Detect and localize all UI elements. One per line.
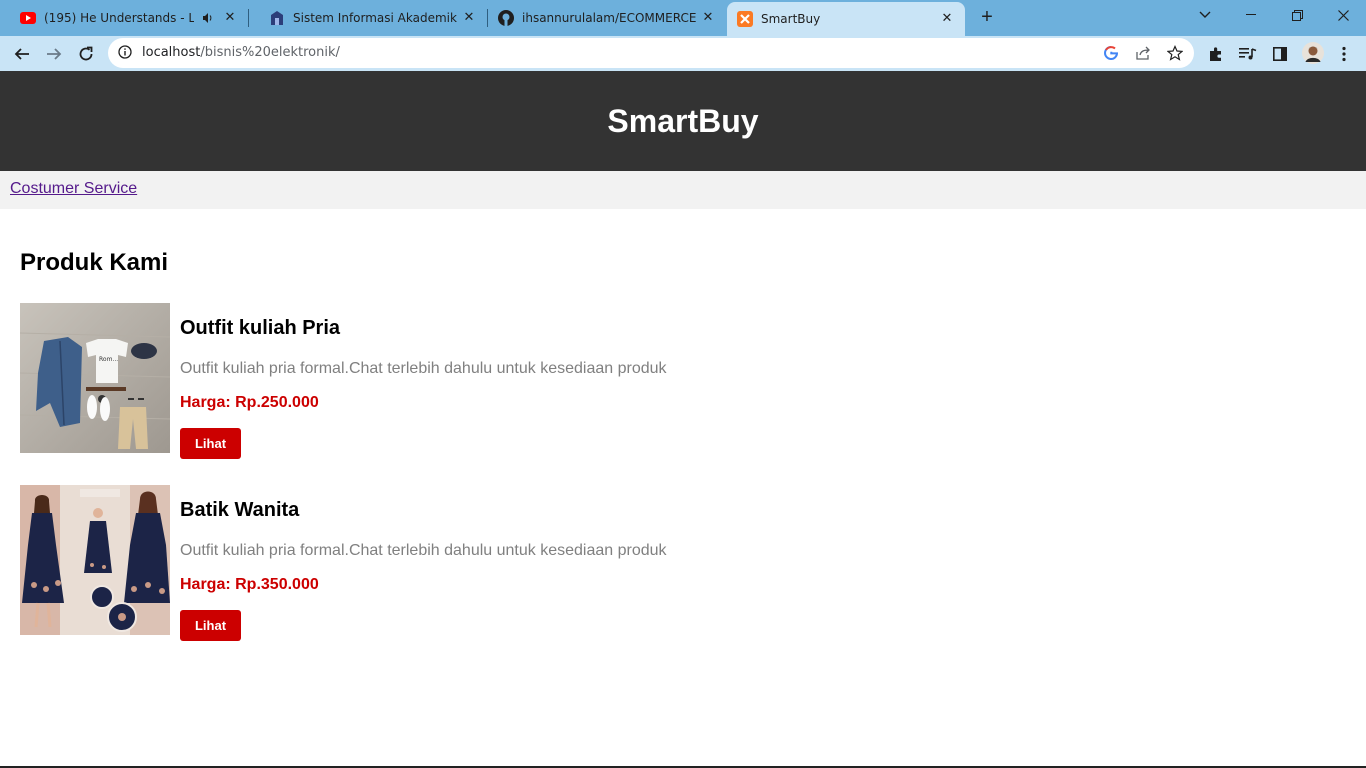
restore-icon <box>1291 9 1303 21</box>
tab-youtube[interactable]: (195) He Understands - Lyric ✕ <box>0 0 248 36</box>
close-icon[interactable]: ✕ <box>939 11 955 27</box>
tab-github[interactable]: ihsannurulalam/ECOMMERCE ✕ <box>488 0 726 36</box>
customer-service-link[interactable]: Costumer Service <box>10 180 137 198</box>
restore-button[interactable] <box>1274 0 1320 30</box>
tab-title: SmartBuy <box>761 12 821 26</box>
url-domain: localhost <box>142 45 201 60</box>
puzzle-icon <box>1210 47 1221 61</box>
media-control-button[interactable] <box>1238 44 1258 64</box>
svg-text:Rom...: Rom... <box>99 356 118 363</box>
campus-icon <box>269 10 285 26</box>
side-panel-icon <box>1273 47 1287 61</box>
site-header: SmartBuy <box>0 71 1366 171</box>
chevron-down-icon <box>1199 11 1211 18</box>
menu-button[interactable] <box>1334 44 1354 64</box>
tab-title: (195) He Understands - Lyric <box>44 11 194 25</box>
reload-button[interactable] <box>72 40 100 68</box>
extensions-button[interactable] <box>1206 44 1226 64</box>
product-description: Outfit kuliah pria formal.Chat terlebih … <box>180 542 667 559</box>
product-description: Outfit kuliah pria formal.Chat terlebih … <box>180 360 667 377</box>
product-price: Harga: Rp.350.000 <box>180 576 319 593</box>
share-icon[interactable] <box>1134 44 1152 62</box>
url-path: /bisnis%20elektronik/ <box>200 45 340 60</box>
section-title: Produk Kami <box>20 249 169 276</box>
back-button[interactable] <box>8 40 36 68</box>
product-image[interactable] <box>20 485 170 635</box>
playlist-music-icon <box>1239 48 1257 60</box>
view-product-button[interactable]: Lihat <box>180 428 241 459</box>
product-card: Batik Wanita Outfit kuliah pria formal.C… <box>20 485 720 641</box>
bookmark-star-icon[interactable] <box>1166 44 1184 62</box>
xampp-icon <box>737 11 753 27</box>
minimize-button[interactable] <box>1228 0 1274 30</box>
minimize-icon <box>1246 14 1256 15</box>
browser-toolbar: localhost/bisnis%20elektronik/ <box>0 36 1366 71</box>
close-icon[interactable]: ✕ <box>700 10 716 26</box>
reload-icon <box>79 46 93 61</box>
forward-button[interactable] <box>40 40 68 68</box>
close-icon[interactable]: ✕ <box>222 10 238 26</box>
side-panel-button[interactable] <box>1270 44 1290 64</box>
avatar-icon <box>1302 42 1324 64</box>
tab-smartbuy[interactable]: SmartBuy ✕ <box>727 2 965 36</box>
close-icon[interactable]: ✕ <box>461 10 477 26</box>
site-info-icon[interactable] <box>118 45 132 64</box>
product-name: Outfit kuliah Pria <box>180 317 341 339</box>
tab-title: Sistem Informasi Akademik <box>293 11 457 25</box>
product-name: Batik Wanita <box>180 499 300 521</box>
more-vert-icon <box>1342 46 1346 62</box>
profile-avatar[interactable] <box>1302 42 1324 64</box>
tab-title: ihsannurulalam/ECOMMERCE <box>522 11 697 25</box>
youtube-icon <box>20 10 36 26</box>
close-window-button[interactable] <box>1320 0 1366 30</box>
tab-siakad[interactable]: Sistem Informasi Akademik ✕ <box>249 0 487 36</box>
product-image[interactable]: Rom... <box>20 303 170 453</box>
address-bar[interactable]: localhost/bisnis%20elektronik/ <box>108 38 1194 68</box>
close-icon <box>1337 9 1349 21</box>
product-card: Rom... Outfit kuliah Pria Outfit kuliah … <box>20 303 720 459</box>
product-price: Harga: Rp.250.000 <box>180 394 319 411</box>
browser-tab-strip: (195) He Understands - Lyric ✕ Sistem In… <box>0 0 1366 36</box>
url-text[interactable]: localhost/bisnis%20elektronik/ <box>142 45 340 60</box>
site-title: SmartBuy <box>607 102 759 139</box>
site-nav: Costumer Service <box>0 171 1366 209</box>
tab-search-button[interactable] <box>1182 0 1228 30</box>
new-tab-button[interactable]: + <box>976 6 998 28</box>
arrow-left-icon <box>14 48 29 60</box>
view-product-button[interactable]: Lihat <box>180 610 241 641</box>
arrow-right-icon <box>47 48 62 60</box>
google-translate-icon[interactable] <box>1102 44 1120 62</box>
github-icon <box>498 10 514 26</box>
speaker-icon[interactable] <box>200 10 216 26</box>
